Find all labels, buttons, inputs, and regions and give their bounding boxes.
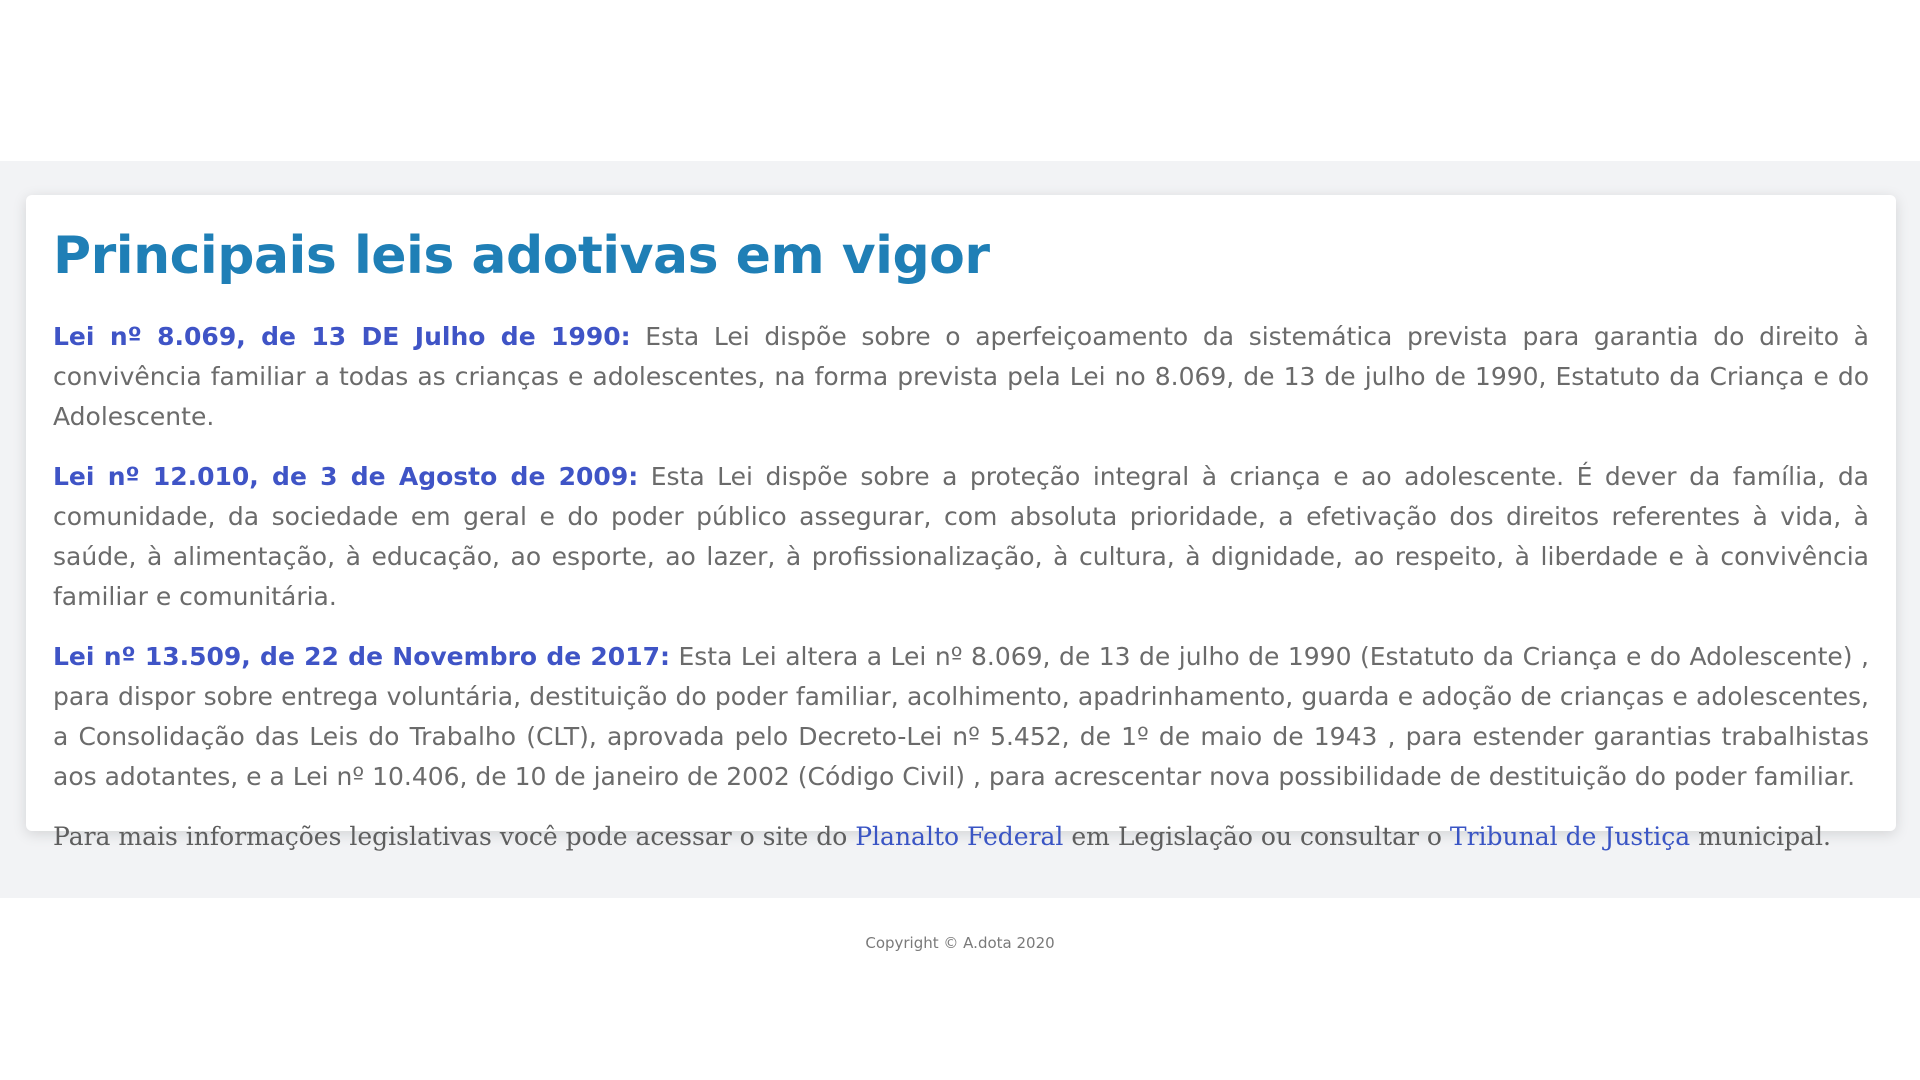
- planalto-federal-link[interactable]: Planalto Federal: [855, 822, 1063, 851]
- top-header: [0, 0, 1920, 161]
- law-title: Lei nº 12.010, de 3 de Agosto de 2009:: [53, 462, 639, 491]
- law-title: Lei nº 13.509, de 22 de Novembro de 2017…: [53, 642, 670, 671]
- law-paragraph-12010: Lei nº 12.010, de 3 de Agosto de 2009: E…: [53, 457, 1869, 617]
- footer: Copyright © A.dota 2020: [0, 898, 1920, 1080]
- copyright-text: Copyright © A.dota 2020: [865, 934, 1055, 952]
- info-text-middle: em Legislação ou consultar o: [1063, 822, 1450, 851]
- law-title: Lei nº 8.069, de 13 DE Julho de 1990:: [53, 322, 631, 351]
- tribunal-de-justica-link[interactable]: Tribunal de Justiça: [1450, 822, 1690, 851]
- info-text-suffix: municipal.: [1690, 822, 1831, 851]
- law-paragraph-13509: Lei nº 13.509, de 22 de Novembro de 2017…: [53, 637, 1869, 797]
- more-info-paragraph: Para mais informações legislativas você …: [53, 817, 1869, 857]
- law-paragraph-8069: Lei nº 8.069, de 13 DE Julho de 1990: Es…: [53, 317, 1869, 437]
- laws-card: Principais leis adotivas em vigor Lei nº…: [26, 195, 1896, 851]
- page-title: Principais leis adotivas em vigor: [53, 226, 990, 286]
- info-text-prefix: Para mais informações legislativas você …: [53, 822, 856, 851]
